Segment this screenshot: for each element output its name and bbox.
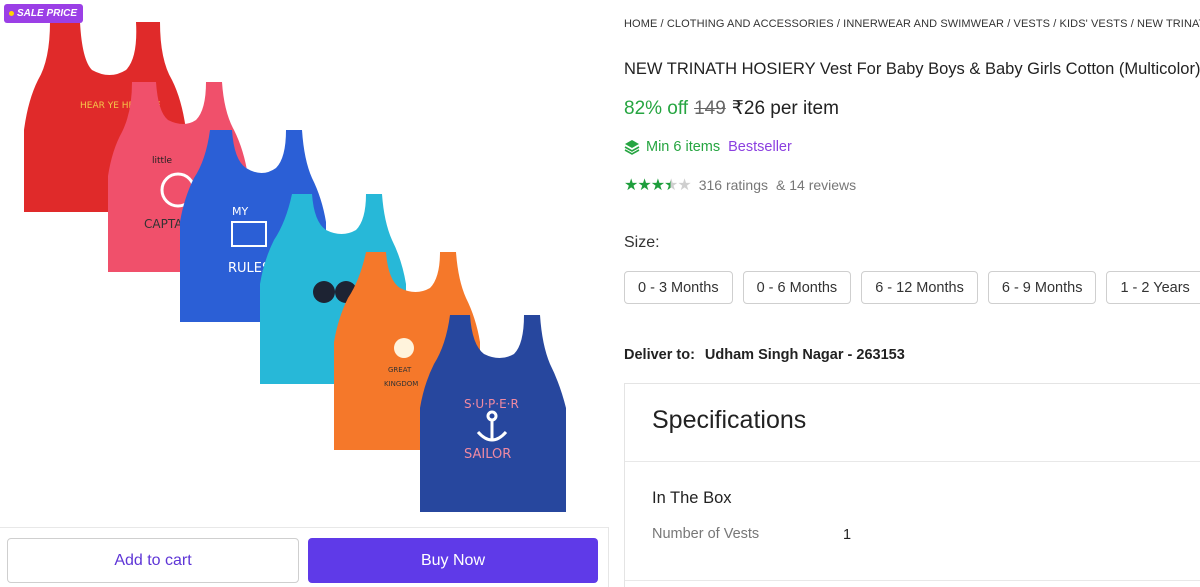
bestseller-tag: Bestseller — [728, 139, 792, 155]
add-to-cart-button[interactable]: Add to cart — [7, 538, 299, 583]
layers-icon — [624, 140, 640, 155]
print-kingdom: KINGDOM — [384, 380, 418, 388]
delivery-location: Udham Singh Nagar - 263153 — [704, 347, 905, 363]
sale-badge-label: SALE PRICE — [17, 8, 78, 19]
size-option[interactable]: 6 - 9 Months — [987, 271, 1097, 304]
product-image-panel: SALE PRICE HEAR YE HEAR YE little CAPTAI… — [0, 0, 608, 587]
print-super: S·U·P·E·R — [464, 397, 519, 411]
product-meta-row: Min 6 items Bestseller — [624, 139, 792, 155]
half-star-icon: ★ — [664, 177, 678, 194]
breadcrumb[interactable]: HOME / CLOTHING AND ACCESSORIES / INNERW… — [624, 18, 1200, 30]
price-row: 82% off 149 ₹26 per item — [624, 97, 839, 120]
ratings-count: 316 ratings — [698, 177, 768, 193]
sale-price-badge: SALE PRICE — [4, 4, 84, 23]
divider — [625, 580, 1200, 581]
reviews-count: & 14 reviews — [776, 177, 857, 193]
product-title: NEW TRINATH HOSIERY Vest For Baby Boys &… — [624, 60, 1200, 78]
bear-icon — [394, 338, 414, 358]
rating-row[interactable]: ★ ★ ★ ★ ★ 316 ratings & 14 reviews — [624, 175, 856, 195]
print-sailor: SAILOR — [464, 447, 511, 462]
product-details-panel: HOME / CLOTHING AND ACCESSORIES / INNERW… — [624, 0, 1200, 587]
star-icon: ★ — [624, 177, 638, 194]
print-little: little — [152, 156, 173, 166]
panel-divider — [608, 527, 609, 587]
empty-star-icon: ★ — [677, 177, 691, 194]
size-option[interactable]: 1 - 2 Years — [1106, 271, 1200, 304]
size-options: 0 - 3 Months 0 - 6 Months 6 - 12 Months … — [624, 271, 1200, 304]
discount-label: 82% off — [624, 98, 689, 119]
spec-section-title: In The Box — [652, 489, 732, 507]
rating-stars: ★ ★ ★ ★ ★ — [624, 175, 692, 195]
deliver-to-label: Deliver to: — [624, 347, 695, 363]
print-my: MY — [232, 205, 248, 218]
spec-value: 1 — [843, 527, 852, 543]
size-option[interactable]: 6 - 12 Months — [861, 271, 978, 304]
star-icon: ★ — [637, 177, 651, 194]
size-option[interactable]: 0 - 3 Months — [624, 271, 733, 304]
size-option[interactable]: 0 - 6 Months — [742, 271, 852, 304]
spec-key: Number of Vests — [652, 526, 760, 542]
buy-now-button[interactable]: Buy Now — [308, 538, 598, 583]
size-label: Size: — [624, 234, 660, 251]
divider — [625, 461, 1200, 462]
print-great: GREAT — [388, 366, 412, 374]
badge-dot-icon — [9, 11, 14, 16]
delivery-info[interactable]: Deliver to: Udham Singh Nagar - 263153 — [624, 347, 905, 363]
min-items-tag: Min 6 items — [624, 139, 720, 155]
binoculars-icon — [313, 281, 335, 303]
original-price: 149 — [694, 98, 726, 119]
selling-price: ₹26 per item — [731, 98, 839, 119]
specifications-title: Specifications — [652, 406, 807, 434]
specifications-card: Specifications In The Box Number of Vest… — [624, 383, 1200, 587]
vests-illustration: HEAR YE HEAR YE little CAPTAIN MY RULES — [24, 22, 566, 512]
star-icon: ★ — [650, 177, 665, 194]
product-image[interactable]: SALE PRICE HEAR YE HEAR YE little CAPTAI… — [0, 0, 608, 527]
min-items-label: Min 6 items — [646, 139, 721, 155]
purchase-action-bar: Add to cart Buy Now — [0, 527, 608, 587]
